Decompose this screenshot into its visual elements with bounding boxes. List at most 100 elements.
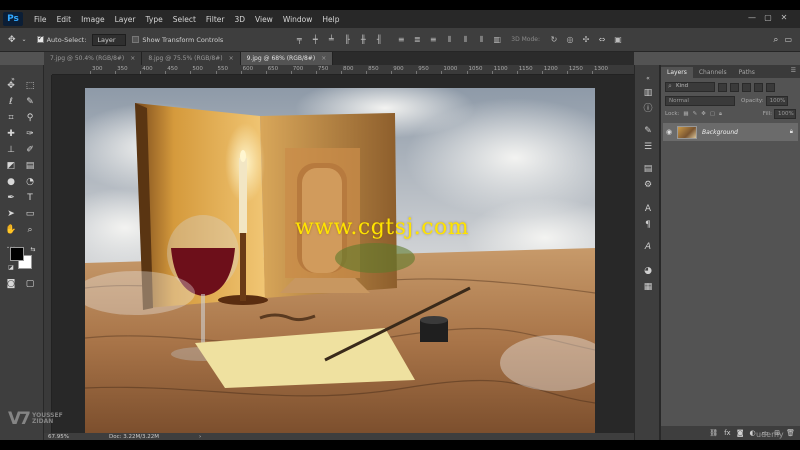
filter-smart-icon[interactable] bbox=[766, 82, 775, 92]
swap-colors-icon[interactable]: ⇆ bbox=[26, 243, 40, 257]
menu-view[interactable]: View bbox=[250, 15, 278, 24]
auto-select-target-dropdown[interactable]: Layer bbox=[92, 33, 127, 46]
distribute-hcenter-icon[interactable]: ⦀ bbox=[460, 35, 470, 45]
tab-paths[interactable]: Paths bbox=[733, 67, 761, 78]
default-colors-icon[interactable]: ◪ bbox=[4, 261, 18, 275]
menu-help[interactable]: Help bbox=[317, 15, 344, 24]
move-tool-icon[interactable]: ✥ bbox=[8, 35, 16, 45]
screen-mode-icon[interactable]: ▢ bbox=[23, 277, 37, 291]
tab-channels[interactable]: Channels bbox=[693, 67, 733, 78]
filter-adjust-icon[interactable] bbox=[730, 82, 739, 92]
distribute-right-icon[interactable]: ⦀ bbox=[476, 35, 486, 45]
distribute-bottom-icon[interactable]: ≡ bbox=[428, 35, 438, 45]
auto-select-checkbox[interactable]: Auto-Select: bbox=[36, 34, 86, 44]
lock-transparent-icon[interactable]: ▦ bbox=[683, 111, 688, 117]
lock-all-icon[interactable]: 🔒︎ bbox=[719, 111, 722, 118]
kind-filter-dropdown[interactable]: Kind bbox=[665, 82, 715, 92]
delete-layer-icon[interactable]: 🗑︎ bbox=[786, 429, 795, 437]
history-brush-icon[interactable]: ✐ bbox=[23, 143, 37, 157]
show-transform-checkbox[interactable]: Show Transform Controls bbox=[132, 36, 223, 44]
distribute-left-icon[interactable]: ⦀ bbox=[444, 35, 454, 45]
swatches-panel-icon[interactable]: ▦ bbox=[642, 281, 654, 293]
blur-tool-icon[interactable]: ● bbox=[4, 175, 18, 189]
clone-stamp-icon[interactable]: ⊥ bbox=[4, 143, 18, 157]
menu-filter[interactable]: Filter bbox=[201, 15, 230, 24]
lock-artboard-icon[interactable]: ▢ bbox=[710, 111, 715, 117]
tab-8jpg[interactable]: 8.jpg @ 75.5% (RGB/8#) × bbox=[142, 52, 241, 65]
3d-roll-icon[interactable]: ◎ bbox=[565, 35, 575, 45]
canvas-area[interactable]: www.cgtsj.com bbox=[52, 75, 634, 438]
add-mask-icon[interactable]: ◙ bbox=[737, 429, 744, 437]
properties-panel-icon[interactable]: ⚙ bbox=[642, 179, 654, 191]
libraries-panel-icon[interactable]: ▤ bbox=[642, 163, 654, 175]
blend-mode-dropdown[interactable]: Normal bbox=[665, 96, 735, 106]
eyedropper-tool-icon[interactable]: ⚲ bbox=[23, 111, 37, 125]
rectangle-tool-icon[interactable]: ▭ bbox=[23, 207, 37, 221]
align-right-icon[interactable]: ╢ bbox=[374, 35, 384, 45]
close-tab-icon[interactable]: × bbox=[130, 55, 135, 62]
tab-9jpg[interactable]: 9.jpg @ 68% (RGB/8#) × bbox=[240, 52, 334, 65]
crop-tool-icon[interactable]: ⌗ bbox=[4, 111, 18, 125]
eraser-tool-icon[interactable]: ◩ bbox=[4, 159, 18, 173]
3d-pan-icon[interactable]: ✣ bbox=[581, 35, 591, 45]
auto-align-icon[interactable]: ▥ bbox=[492, 35, 502, 45]
gradient-tool-icon[interactable]: ▤ bbox=[23, 159, 37, 173]
visibility-eye-icon[interactable]: ◉ bbox=[663, 128, 675, 136]
3d-rotate-icon[interactable]: ↻ bbox=[549, 35, 559, 45]
link-layers-icon[interactable]: ⛓ bbox=[709, 429, 718, 437]
adjustment-layer-icon[interactable]: ◐ bbox=[750, 429, 756, 437]
menu-image[interactable]: Image bbox=[76, 15, 110, 24]
menu-type[interactable]: Type bbox=[141, 15, 168, 24]
opacity-field[interactable]: 100% bbox=[765, 96, 788, 106]
menu-layer[interactable]: Layer bbox=[110, 15, 141, 24]
character-panel-icon[interactable]: A bbox=[642, 203, 654, 215]
menu-3d[interactable]: 3D bbox=[229, 15, 250, 24]
info-panel-icon[interactable]: ⓘ bbox=[642, 103, 654, 115]
align-hcenter-icon[interactable]: ╫ bbox=[358, 35, 368, 45]
dodge-tool-icon[interactable]: ◔ bbox=[23, 175, 37, 189]
history-panel-icon[interactable]: ▥ bbox=[642, 87, 654, 99]
type-tool-icon[interactable]: T bbox=[23, 191, 37, 205]
menu-window[interactable]: Window bbox=[278, 15, 318, 24]
pen-tool-icon[interactable]: ✒ bbox=[4, 191, 18, 205]
zoom-level[interactable]: 67.95% bbox=[48, 434, 69, 440]
zoom-tool-icon[interactable]: ⌕ bbox=[23, 223, 37, 237]
menu-file[interactable]: File bbox=[29, 15, 52, 24]
tab-7jpg[interactable]: 7.jpg @ 50.4% (RGB/8#) × bbox=[44, 52, 143, 65]
hand-tool-icon[interactable]: ✋ bbox=[4, 223, 18, 237]
path-select-icon[interactable]: ➤ bbox=[4, 207, 18, 221]
workspace-icon[interactable]: ▭ bbox=[784, 35, 792, 44]
lock-brush-icon[interactable]: ✎ bbox=[693, 111, 698, 117]
move-tool-icon[interactable]: ✥ bbox=[4, 79, 18, 93]
lasso-tool-icon[interactable]: ℓ bbox=[4, 95, 18, 109]
minimize-button[interactable]: — bbox=[745, 13, 759, 22]
menu-edit[interactable]: Edit bbox=[52, 15, 77, 24]
document-image[interactable]: www.cgtsj.com bbox=[85, 88, 595, 438]
quick-mask-icon[interactable]: ◙ bbox=[4, 277, 18, 291]
lock-move-icon[interactable]: ✥ bbox=[701, 111, 706, 117]
menu-select[interactable]: Select bbox=[168, 15, 201, 24]
align-left-icon[interactable]: ╟ bbox=[342, 35, 352, 45]
close-tab-icon[interactable]: × bbox=[321, 55, 326, 62]
chevron-down-icon[interactable]: ⌄ bbox=[22, 36, 27, 43]
filter-shape-icon[interactable] bbox=[754, 82, 763, 92]
adjustments-panel-icon[interactable]: ☰ bbox=[642, 141, 654, 153]
panel-menu-icon[interactable]: ☰ bbox=[791, 67, 796, 74]
filter-pixel-icon[interactable] bbox=[718, 82, 727, 92]
align-bottom-icon[interactable]: ╧ bbox=[326, 35, 336, 45]
color-panel-icon[interactable]: ◕ bbox=[642, 265, 654, 277]
layer-row-background[interactable]: ◉ Background 🔒︎ bbox=[663, 123, 798, 141]
close-tab-icon[interactable]: × bbox=[229, 55, 234, 62]
fill-field[interactable]: 100% bbox=[774, 109, 796, 119]
3d-slide-icon[interactable]: ⇔ bbox=[597, 35, 607, 45]
healing-brush-icon[interactable]: ✚ bbox=[4, 127, 18, 141]
expand-panels-icon[interactable]: « bbox=[642, 73, 654, 85]
brush-tool-icon[interactable]: ✑ bbox=[23, 127, 37, 141]
filter-type-icon[interactable] bbox=[742, 82, 751, 92]
glyphs-panel-icon[interactable]: A bbox=[642, 241, 654, 253]
align-vcenter-icon[interactable]: ┿ bbox=[310, 35, 320, 45]
brush-panel-icon[interactable]: ✎ bbox=[642, 125, 654, 137]
maximize-button[interactable]: ▢ bbox=[761, 13, 775, 22]
status-arrow-icon[interactable]: › bbox=[199, 434, 201, 440]
marquee-tool-icon[interactable]: ⬚ bbox=[23, 79, 37, 93]
